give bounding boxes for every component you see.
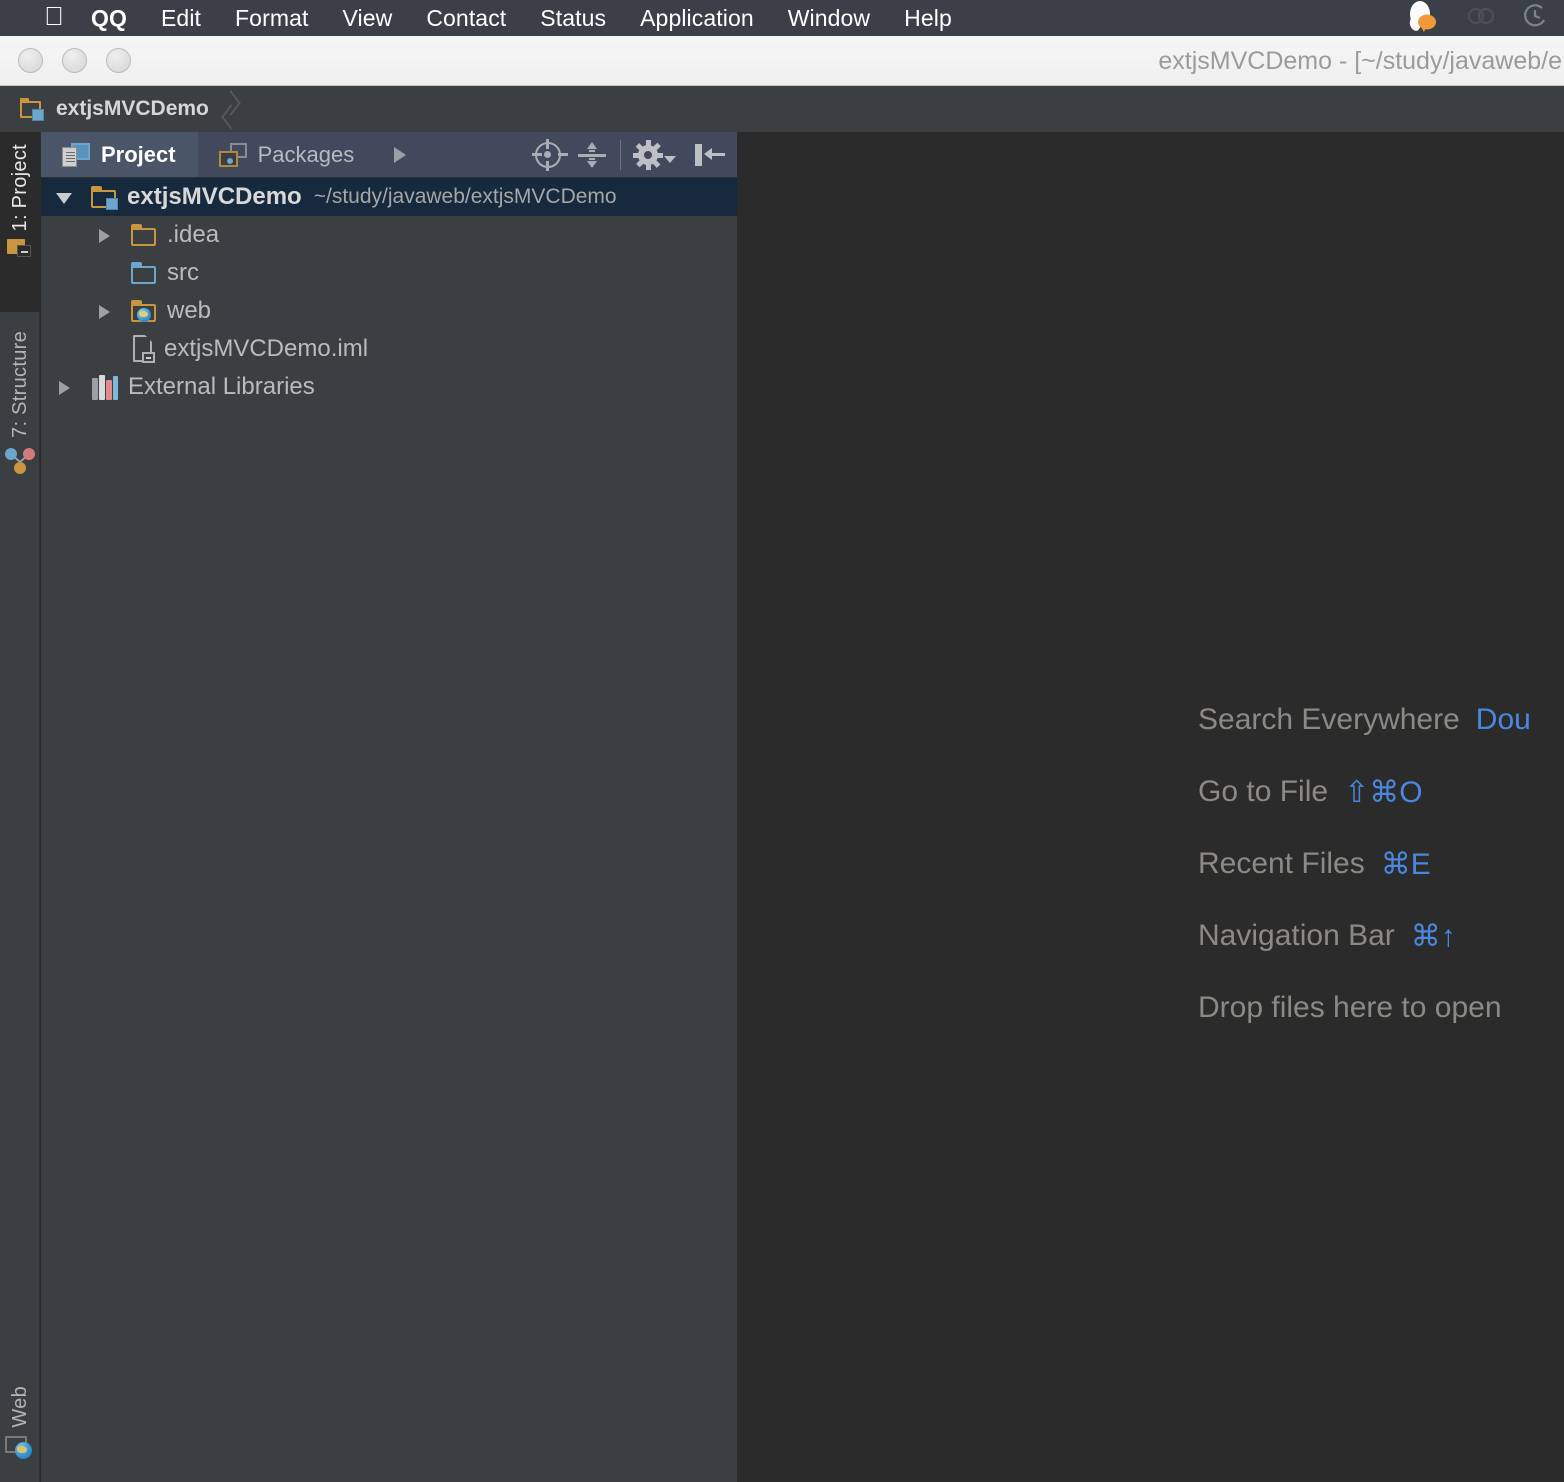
libraries-icon (91, 374, 119, 400)
tree-node-label: web (167, 297, 211, 325)
tree-row[interactable]: extjsMVCDemo.iml (41, 330, 737, 368)
editor-hint-row: Go to File ⇧⌘O (737, 756, 1564, 828)
tree-twisty-placeholder (95, 254, 117, 292)
menu-item-window[interactable]: Window (771, 0, 887, 36)
tree-node-path: ~/study/javaweb/extjsMVCDemo (314, 185, 617, 209)
tree-twisty-closed-icon[interactable] (55, 368, 77, 406)
menu-item-qq[interactable]: QQ (74, 0, 144, 36)
tree-twisty-closed-icon[interactable] (95, 292, 117, 330)
structure-graph-icon (5, 446, 35, 474)
tree-row[interactable]: .idea (41, 216, 737, 254)
tree-twisty-closed-icon[interactable] (95, 216, 117, 254)
hide-panel-icon (695, 142, 725, 168)
hide-panel-button[interactable] (683, 132, 737, 178)
tree-node-label: extjsMVCDemo.iml (164, 335, 368, 363)
editor-hint-row: Recent Files ⌘E (737, 828, 1564, 900)
tree-row[interactable]: src (41, 254, 737, 292)
window-title: extjsMVCDemo - [~/study/javaweb/e (1158, 36, 1564, 86)
project-tree[interactable]: extjsMVCDemo ~/study/javaweb/extjsMVCDemo… (41, 178, 737, 406)
creative-cloud-icon[interactable] (1462, 0, 1500, 36)
editor-hint-row: Navigation Bar ⌘↑ (737, 900, 1564, 972)
breadcrumb-label: extjsMVCDemo (56, 97, 209, 121)
collapse-all-icon (578, 141, 606, 169)
toolbar-separator (620, 140, 621, 170)
settings-gear-icon (635, 142, 661, 168)
packages-view-icon (219, 143, 247, 167)
project-panel-tabbar: Project Packages (41, 132, 737, 178)
sidebar-item-project[interactable]: 1: Project (0, 132, 40, 312)
zoom-button[interactable] (106, 48, 131, 73)
sidebar-item-web[interactable]: Web (0, 1382, 40, 1482)
sidebar-item-project-label: 1: Project (9, 144, 32, 231)
clock-icon[interactable] (1520, 0, 1558, 36)
project-view-icon (62, 143, 90, 167)
navigation-bar: extjsMVCDemo (0, 86, 1564, 132)
macos-menu-bar:  QQEditFormatViewContactStatusApplicati… (0, 0, 1564, 36)
chevron-down-icon (664, 156, 676, 163)
editor-hint-label: Recent Files (1198, 847, 1365, 881)
web-globe-icon (5, 1434, 35, 1460)
collapse-all-button[interactable] (570, 132, 614, 178)
close-button[interactable] (18, 48, 43, 73)
menu-item-format[interactable]: Format (218, 0, 325, 36)
web-folder-icon (131, 300, 158, 323)
editor-hint-shortcut: ⌘↑ (1411, 919, 1456, 954)
menu-item-view[interactable]: View (325, 0, 409, 36)
editor-hint-label: Go to File (1198, 775, 1328, 809)
breadcrumb-item-project[interactable]: extjsMVCDemo (0, 86, 213, 132)
tab-packages[interactable]: Packages (198, 132, 377, 177)
editor-hint-row: Search Everywhere Dou (737, 684, 1564, 756)
sidebar-item-structure-label: 7: Structure (9, 331, 32, 438)
tabs-overflow-arrow-icon[interactable] (376, 132, 424, 177)
editor-hint-shortcut: ⇧⌘O (1344, 775, 1422, 810)
editor-empty-hints: Search Everywhere Dou Go to File ⇧⌘O Recent … (737, 684, 1564, 1044)
qq-penguin-icon[interactable] (1404, 0, 1442, 36)
folder-blue-icon (131, 262, 158, 285)
sidebar-item-structure[interactable]: 7: Structure (0, 317, 40, 497)
editor-hint-shortcut: ⌘E (1381, 847, 1431, 882)
project-folder-icon (7, 237, 33, 259)
file-icon (131, 335, 155, 363)
settings-button[interactable] (627, 132, 683, 178)
tree-twisty-open-icon[interactable] (55, 178, 77, 216)
menu-item-help[interactable]: Help (887, 0, 969, 36)
folder-tan-icon (131, 224, 158, 247)
menu-item-contact[interactable]: Contact (409, 0, 523, 36)
project-panel-toolbar (526, 132, 737, 178)
apple-logo-icon[interactable]:  (34, 3, 74, 33)
editor-hint-row: Drop files here to open (737, 972, 1564, 1044)
tab-packages-label: Packages (258, 142, 355, 168)
tree-node-label: extjsMVCDemo (127, 183, 302, 211)
window-title-bar: extjsMVCDemo - [~/study/javaweb/e (0, 36, 1564, 86)
tree-row[interactable]: External Libraries (41, 368, 737, 406)
traffic-light-buttons[interactable] (18, 48, 131, 73)
locate-icon (535, 142, 561, 168)
tree-node-label: .idea (167, 221, 219, 249)
breadcrumb-separator-icon (221, 86, 245, 132)
editor-hint-label: Search Everywhere (1198, 703, 1460, 737)
tree-twisty-placeholder (95, 330, 117, 368)
editor-hint-shortcut: Dou (1476, 703, 1531, 737)
editor-area: Search Everywhere Dou Go to File ⇧⌘O Recent … (737, 132, 1564, 1482)
menu-bar-tray (1404, 0, 1564, 36)
tree-node-label: External Libraries (128, 373, 315, 401)
editor-hint-label: Navigation Bar (1198, 919, 1395, 953)
editor-hint-label: Drop files here to open (1198, 991, 1502, 1025)
tree-row[interactable]: web (41, 292, 737, 330)
sidebar-item-web-label: Web (9, 1386, 32, 1428)
tree-row[interactable]: extjsMVCDemo ~/study/javaweb/extjsMVCDemo (41, 178, 737, 216)
menu-item-application[interactable]: Application (623, 0, 771, 36)
module-folder-icon (20, 98, 46, 120)
tool-window-stripe-left: 1: Project 7: Structure Web (0, 132, 40, 1482)
project-tool-window: Project Packages (41, 132, 737, 1482)
locate-button[interactable] (526, 132, 570, 178)
module-folder-icon (91, 186, 118, 209)
minimize-button[interactable] (62, 48, 87, 73)
menu-item-edit[interactable]: Edit (144, 0, 218, 36)
tab-project[interactable]: Project (41, 132, 198, 177)
tree-node-label: src (167, 259, 199, 287)
menu-item-status[interactable]: Status (523, 0, 623, 36)
tab-project-label: Project (101, 142, 176, 168)
